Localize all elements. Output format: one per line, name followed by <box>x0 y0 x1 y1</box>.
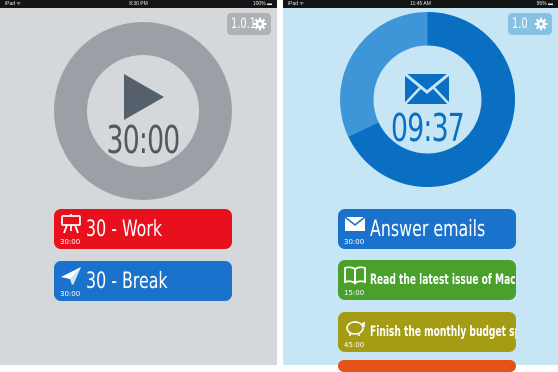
task-button-answer-emails[interactable]: 30:00 Answer emails <box>338 209 516 249</box>
task-label: 30 - Break <box>86 268 168 294</box>
task-button-budget[interactable]: 45:00 Finish the monthly budget spreadsh… <box>338 312 516 352</box>
easel-icon <box>61 214 81 234</box>
battery-label: 95% ▬ <box>536 1 553 7</box>
version-label: 1.0.1 <box>231 16 256 32</box>
paper-plane-icon <box>61 267 81 285</box>
task-duration: 15:00 <box>344 289 365 297</box>
partial-task-button[interactable] <box>338 360 516 372</box>
status-bar: iPad ᯤ 11:45 AM 95% ▬ <box>283 0 558 8</box>
task-duration: 30:00 <box>60 290 81 298</box>
clock-label: 11:45 AM <box>410 1 431 7</box>
task-label: Answer emails <box>370 216 486 242</box>
task-button-work[interactable]: 30:00 30 - Work <box>54 209 232 249</box>
timer-display: 09:37 <box>391 106 465 150</box>
task-duration: 30:00 <box>60 238 81 246</box>
task-button-break[interactable]: 30:00 30 - Break <box>54 261 232 301</box>
piggy-bank-icon <box>346 321 365 336</box>
task-duration: 45:00 <box>344 341 365 349</box>
task-duration: 30:00 <box>344 238 365 246</box>
timer-ring[interactable] <box>54 22 232 200</box>
envelope-icon <box>344 216 366 231</box>
book-icon <box>344 266 366 285</box>
status-bar: iPad ᯤ 8:30 PM 100% ▬ <box>0 0 277 8</box>
task-label: Read the latest issue of Macworld <box>370 272 516 288</box>
task-label: 30 - Work <box>86 216 163 242</box>
gear-icon <box>534 17 548 31</box>
clock-label: 8:30 PM <box>129 1 148 7</box>
timer-display: 30:00 <box>106 118 181 162</box>
settings-button[interactable]: 1.0.1 <box>227 13 271 35</box>
task-button-read-macworld[interactable]: 15:00 Read the latest issue of Macworld <box>338 260 516 300</box>
task-label: Finish the monthly budget spreadsheet <box>370 324 516 340</box>
battery-label: 100% ▬ <box>252 1 272 7</box>
timer-ring[interactable] <box>340 12 515 187</box>
envelope-icon <box>404 72 450 105</box>
